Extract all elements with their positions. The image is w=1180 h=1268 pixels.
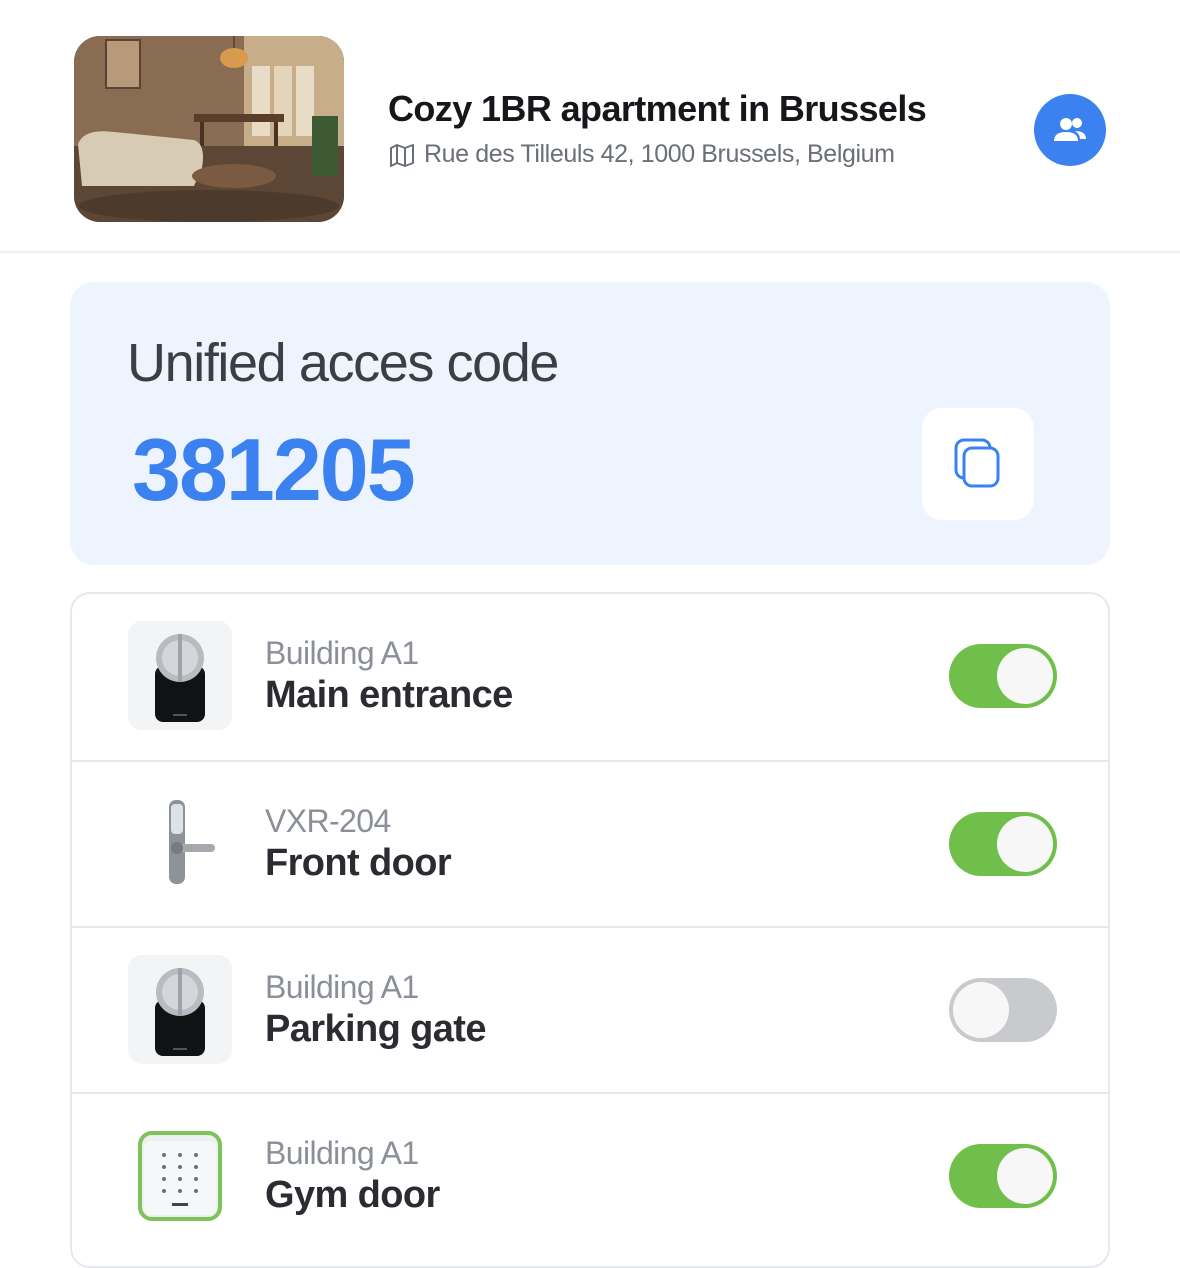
- property-info: Cozy 1BR apartment in Brussels Rue des T…: [388, 86, 1008, 169]
- lock-row-front-door[interactable]: VXR-204 Front door: [72, 760, 1108, 926]
- lock-row-gym-door[interactable]: Building A1 Gym door: [72, 1092, 1108, 1258]
- smart-lock-icon: [128, 955, 232, 1064]
- property-title: Cozy 1BR apartment in Brussels: [388, 88, 927, 129]
- lock-toggle[interactable]: [949, 978, 1057, 1042]
- lock-row-parking-gate[interactable]: Building A1 Parking gate: [72, 926, 1108, 1092]
- access-code-card: Unified acces code 381205: [70, 282, 1110, 565]
- lock-location: VXR-204: [265, 803, 391, 839]
- property-address: Rue des Tilleuls 42, 1000 Brussels, Belg…: [424, 140, 895, 168]
- lock-row-main-entrance[interactable]: Building A1 Main entrance: [72, 594, 1108, 760]
- toggle-knob: [997, 816, 1053, 872]
- toggle-knob: [997, 648, 1053, 704]
- property-photo: [74, 36, 344, 222]
- address-row: Rue des Tilleuls 42, 1000 Brussels, Belg…: [388, 140, 1008, 169]
- smart-lock-icon: [128, 621, 232, 730]
- lock-name: Main entrance: [265, 674, 513, 716]
- property-header: Cozy 1BR apartment in Brussels Rue des T…: [0, 0, 1180, 253]
- lock-location: Building A1: [265, 969, 419, 1005]
- lock-location: Building A1: [265, 1135, 419, 1171]
- map-icon: [388, 141, 416, 169]
- keypad-handle-lock-icon: [128, 789, 232, 898]
- wall-keypad-icon: [128, 1121, 232, 1230]
- lock-name: Gym door: [265, 1174, 440, 1216]
- access-code-value: 381205: [132, 420, 416, 519]
- copy-code-button[interactable]: [922, 408, 1034, 520]
- lock-name: Parking gate: [265, 1008, 486, 1050]
- toggle-knob: [997, 1148, 1053, 1204]
- lock-toggle[interactable]: [949, 644, 1057, 708]
- guests-icon: [1054, 118, 1086, 141]
- lock-toggle[interactable]: [949, 812, 1057, 876]
- access-code-label: Unified acces code: [127, 333, 559, 393]
- lock-name: Front door: [265, 842, 452, 884]
- copy-icon: [954, 438, 1000, 488]
- lock-location: Building A1: [265, 635, 419, 671]
- lock-toggle[interactable]: [949, 1144, 1057, 1208]
- guests-button[interactable]: [1034, 94, 1106, 166]
- toggle-knob: [953, 982, 1009, 1038]
- lock-list: Building A1 Main entrance VXR-204 Front …: [70, 592, 1110, 1268]
